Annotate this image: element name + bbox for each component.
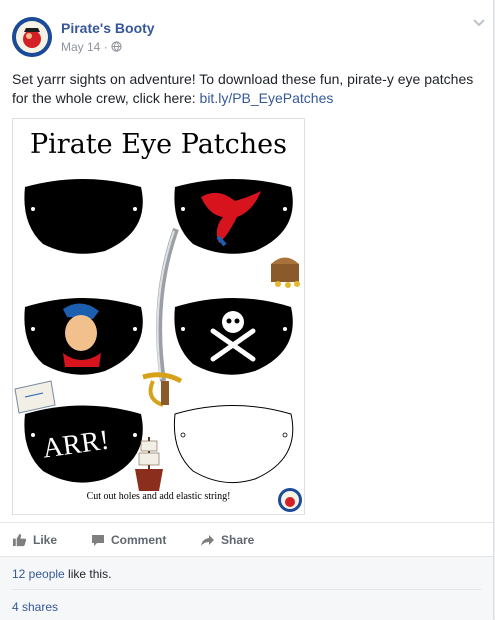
page-name-link[interactable]: Pirate's Booty	[61, 20, 155, 36]
share-label: Share	[221, 533, 255, 547]
share-arrow-icon	[201, 534, 214, 546]
meta-separator: ·	[103, 40, 108, 54]
attachment-footer: Cut out holes and add elastic string!	[86, 491, 231, 502]
likes-people-link[interactable]: 12 people	[12, 567, 65, 581]
chevron-down-icon	[473, 19, 485, 27]
post-actions: Like Comment Share	[0, 522, 493, 557]
eye-patch-plain	[24, 179, 143, 254]
eye-patch-parrot	[174, 179, 293, 254]
attachment-image[interactable]: Pirate Eye Patches ARR! Cut out holes an…	[12, 118, 305, 515]
shares-link[interactable]: 4 shares	[12, 600, 58, 614]
post-date[interactable]: May 14	[61, 40, 100, 54]
post-text: Set yarrr sights on adventure! To downlo…	[12, 70, 484, 108]
page-avatar[interactable]	[12, 17, 52, 57]
post-summary: 12 people like this. 4 shares	[0, 556, 493, 620]
share-button[interactable]: Share	[200, 533, 254, 547]
treasure-chest-icon	[271, 257, 300, 288]
speech-bubble-icon	[92, 534, 104, 546]
post-card: Pirate's Booty May 14 · Set yarrr sights…	[0, 0, 494, 620]
comment-label: Comment	[111, 533, 167, 547]
like-button[interactable]: Like	[12, 533, 57, 547]
pirates-booty-logo	[12, 17, 52, 57]
eye-patch-skull	[174, 298, 293, 375]
summary-divider	[12, 589, 481, 590]
post-meta: May 14 ·	[61, 40, 122, 54]
eye-patch-arr: ARR!	[24, 405, 143, 483]
likes-suffix: like this.	[64, 567, 112, 581]
skull-icon	[222, 311, 244, 333]
treasure-map-icon	[14, 380, 56, 414]
post-options-chevron[interactable]	[470, 14, 488, 32]
comment-button[interactable]: Comment	[91, 533, 166, 547]
post-link[interactable]: bit.ly/PB_EyePatches	[200, 90, 334, 106]
eye-patch-outline	[173, 405, 294, 484]
eye-patch-pirate	[24, 298, 143, 375]
globe-icon	[111, 41, 122, 52]
eye-patches-artwork: ARR!	[14, 179, 302, 512]
like-label: Like	[33, 533, 58, 547]
thumbs-up-icon	[12, 533, 27, 547]
likes-summary: 12 people like this.	[12, 567, 111, 581]
